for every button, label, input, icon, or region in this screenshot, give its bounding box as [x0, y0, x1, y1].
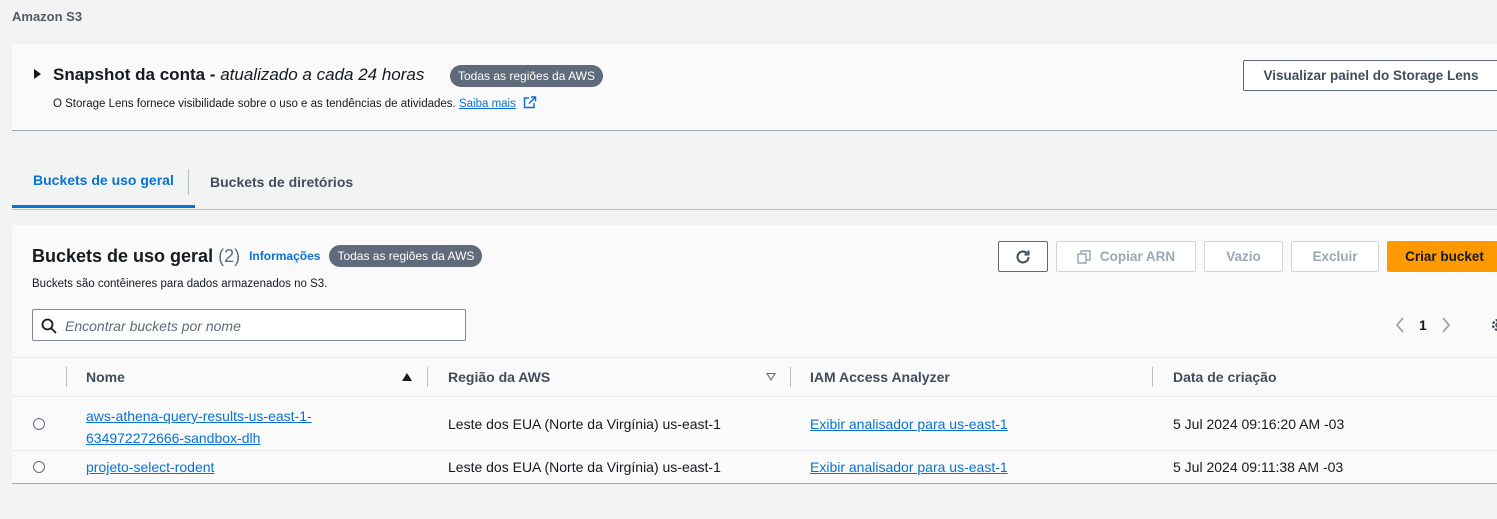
bucket-name-link[interactable]: projeto-select-rodent: [86, 459, 214, 475]
external-link-icon[interactable]: [523, 96, 537, 109]
table-header: Nome Região da AWS IAM Access Analyzer D…: [12, 357, 1497, 397]
snapshot-description: O Storage Lens fornece visibilidade sobr…: [53, 96, 537, 110]
chevron-left-icon[interactable]: [1395, 317, 1405, 333]
column-header-name[interactable]: Nome: [86, 358, 125, 396]
breadcrumb: Amazon S3: [12, 9, 83, 24]
buckets-panel: Buckets de uso geral (2) Informações Tod…: [12, 225, 1497, 484]
tab-general-purpose-buckets[interactable]: Buckets de uso geral: [12, 155, 195, 208]
column-header-iam-analyzer[interactable]: IAM Access Analyzer: [810, 358, 950, 396]
bucket-region: Leste dos EUA (Norte da Virgínia) us-eas…: [448, 416, 721, 432]
empty-bucket-button[interactable]: Vazio: [1204, 241, 1283, 272]
snapshot-description-text: O Storage Lens fornece visibilidade sobr…: [53, 98, 456, 110]
chevron-right-icon[interactable]: [1441, 317, 1451, 333]
panel-header: Buckets de uso geral (2) Informações Tod…: [32, 245, 483, 267]
iam-analyzer-link[interactable]: Exibir analisador para us-east-1: [810, 459, 1008, 475]
refresh-icon: [1016, 250, 1030, 263]
create-bucket-button[interactable]: Criar bucket: [1387, 241, 1497, 272]
creation-date: 5 Jul 2024 09:16:20 AM -03: [1173, 416, 1345, 432]
delete-bucket-button[interactable]: Excluir: [1291, 241, 1379, 272]
creation-date: 5 Jul 2024 09:11:38 AM -03: [1173, 459, 1344, 475]
copy-icon: [1077, 249, 1091, 264]
panel-title: Buckets de uso geral: [32, 245, 214, 266]
bucket-name-link[interactable]: aws-athena-query-results-us-east-1- 6349…: [86, 405, 312, 449]
column-divider: [790, 367, 791, 387]
panel-description: Buckets são contêineres para dados armaz…: [32, 278, 328, 290]
table-row: aws-athena-query-results-us-east-1- 6349…: [12, 397, 1497, 451]
snapshot-region-badge: Todas as regiões da AWS: [450, 65, 603, 87]
expand-caret-icon[interactable]: [34, 69, 41, 79]
column-header-creation-date[interactable]: Data de criação: [1173, 358, 1277, 396]
column-header-region[interactable]: Região da AWS: [448, 358, 550, 396]
account-snapshot-panel: Snapshot da conta - atualizado a cada 24…: [12, 44, 1497, 131]
gear-icon[interactable]: [1490, 317, 1497, 333]
snapshot-title-italic: atualizado a cada 24 horas: [220, 65, 425, 84]
panel-region-badge: Todas as regiões da AWS: [329, 245, 483, 267]
column-divider: [427, 367, 428, 387]
snapshot-title[interactable]: Snapshot da conta - atualizado a cada 24…: [53, 65, 424, 85]
sort-descending-icon[interactable]: [766, 373, 776, 381]
iam-analyzer-link[interactable]: Exibir analisador para us-east-1: [810, 416, 1008, 432]
bucket-name-line: aws-athena-query-results-us-east-1-: [86, 408, 312, 424]
info-link[interactable]: Informações: [249, 249, 320, 263]
sort-ascending-icon[interactable]: [402, 373, 412, 381]
table-row: projeto-select-rodent Leste dos EUA (Nor…: [12, 451, 1497, 483]
bucket-name-line: 634972272666-sandbox-dlh: [86, 430, 261, 446]
search-icon: [41, 318, 57, 334]
row-select-radio[interactable]: [33, 461, 45, 473]
snapshot-title-bold: Snapshot da conta -: [53, 65, 216, 84]
bucket-count: (2): [218, 245, 241, 266]
tab-directory-buckets[interactable]: Buckets de diretórios: [189, 155, 374, 208]
bucket-search-box: [32, 309, 466, 341]
refresh-button[interactable]: [998, 241, 1048, 272]
pagination: 1: [1395, 315, 1451, 335]
copy-arn-button[interactable]: Copiar ARN: [1056, 241, 1196, 272]
page-number[interactable]: 1: [1419, 317, 1427, 333]
row-select-radio[interactable]: [33, 418, 45, 430]
bucket-type-tabs: Buckets de uso geral Buckets de diretóri…: [12, 155, 1497, 210]
column-divider: [66, 367, 67, 387]
column-divider: [1152, 367, 1153, 387]
bucket-region: Leste dos EUA (Norte da Virgínia) us-eas…: [448, 459, 721, 475]
learn-more-link[interactable]: Saiba mais: [459, 98, 516, 110]
bucket-search-input[interactable]: [63, 315, 462, 337]
view-storage-lens-button[interactable]: Visualizar painel do Storage Lens: [1243, 60, 1497, 91]
copy-arn-label: Copiar ARN: [1099, 249, 1176, 264]
